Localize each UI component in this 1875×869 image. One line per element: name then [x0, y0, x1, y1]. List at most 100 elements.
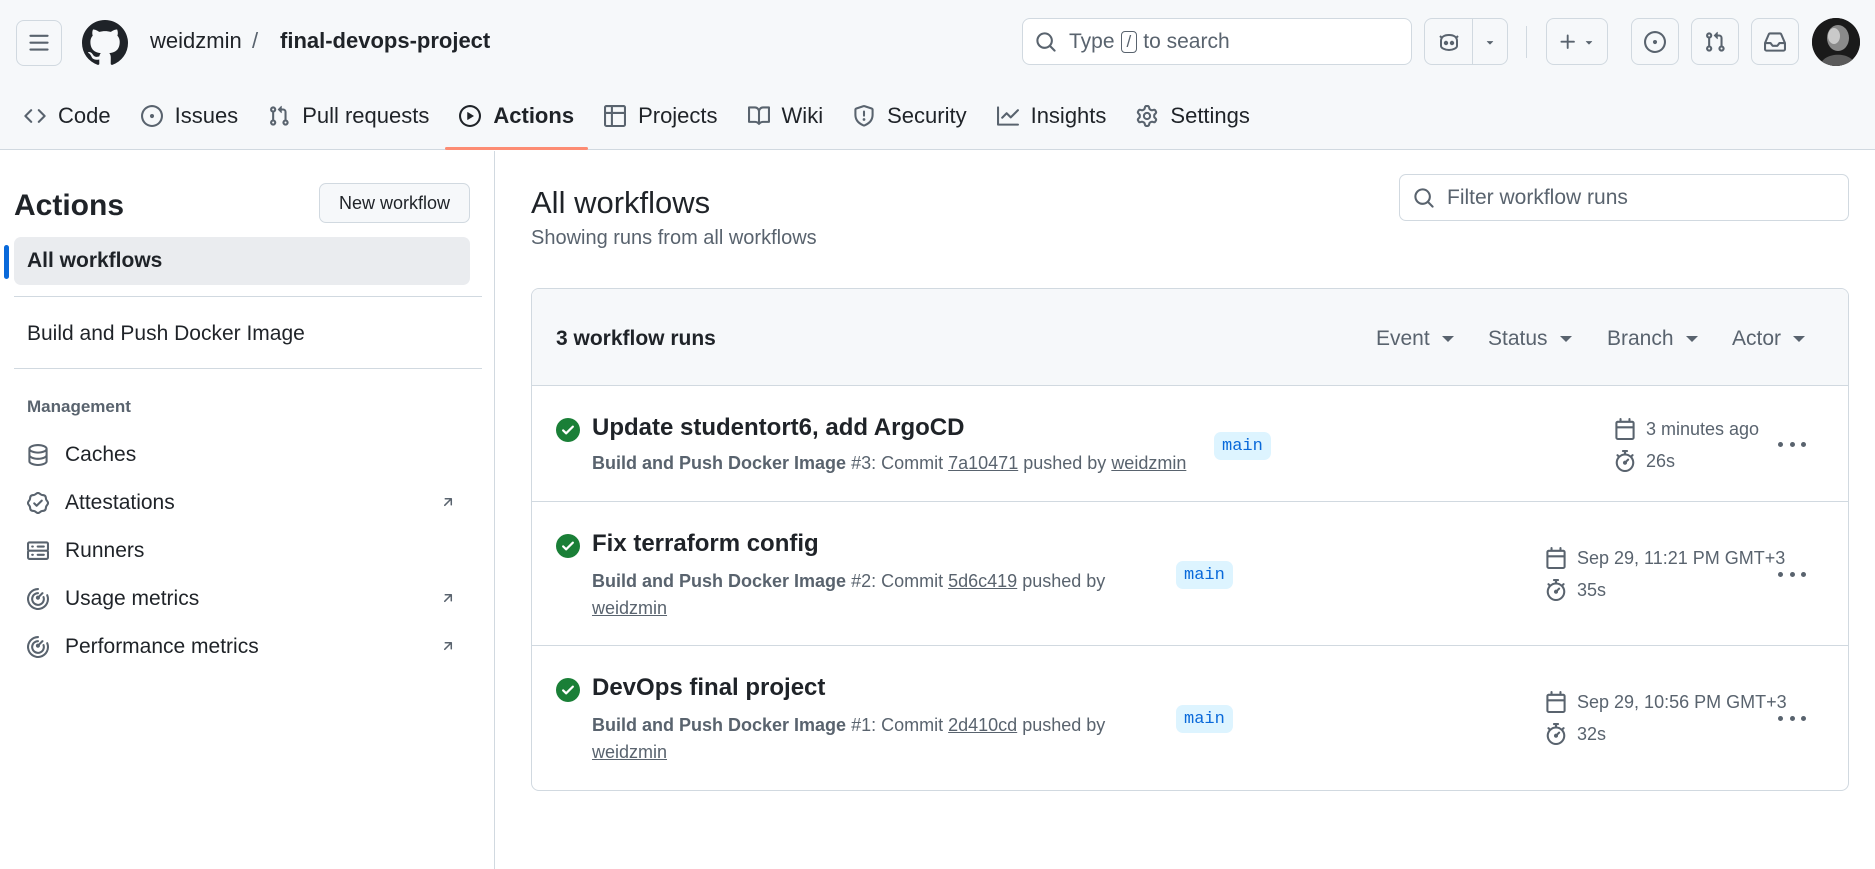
tab-actions[interactable]: Actions: [445, 90, 588, 150]
run-meta: Build and Push Docker Image #1: Commit 2…: [592, 712, 1112, 766]
table-row[interactable]: DevOps final project Build and Push Dock…: [532, 646, 1848, 790]
search-input[interactable]: Type / to search: [1022, 18, 1412, 65]
tab-projects[interactable]: Projects: [590, 90, 731, 142]
run-number: #3: [851, 453, 872, 473]
arrow-up-right-icon: [443, 594, 453, 603]
user-avatar[interactable]: [1812, 18, 1860, 66]
table-row[interactable]: Fix terraform config Build and Push Dock…: [532, 502, 1848, 646]
copilot-button[interactable]: [1425, 19, 1473, 64]
run-commit-label: : Commit: [871, 571, 944, 591]
sidebar-item-performance-metrics[interactable]: Performance metrics: [14, 625, 470, 669]
graph-icon: [996, 106, 1019, 126]
issue-icon: [140, 105, 163, 127]
caret-down-icon: [1559, 336, 1572, 342]
search-icon: [1036, 31, 1056, 52]
caret-down-icon: [1441, 336, 1454, 342]
shield-icon: [854, 105, 874, 127]
sidebar-title: Actions: [14, 189, 125, 222]
sidebar-item-usage-metrics[interactable]: Usage metrics: [14, 577, 470, 621]
tab-code[interactable]: Code: [10, 90, 125, 142]
run-meta: Build and Push Docker Image #3: Commit 7…: [592, 450, 1186, 477]
pull-requests-header-button[interactable]: [1691, 18, 1739, 65]
tab-wiki[interactable]: Wiki: [734, 90, 838, 142]
filter-status-dropdown[interactable]: Status: [1488, 327, 1572, 351]
run-commit-link[interactable]: 7a10471: [948, 453, 1018, 473]
create-new-button[interactable]: [1546, 18, 1608, 65]
sidebar-item-workflow[interactable]: Build and Push Docker Image: [14, 310, 470, 358]
branch-badge[interactable]: main: [1176, 705, 1233, 733]
filter-event-dropdown[interactable]: Event: [1376, 327, 1454, 351]
sidebar-item-attestations[interactable]: Attestations: [14, 481, 470, 525]
gear-icon: [1137, 105, 1158, 127]
sidebar-item-runners[interactable]: Runners: [14, 529, 470, 573]
kebab-icon-dot: [1801, 715, 1806, 721]
tab-insights[interactable]: Insights: [983, 90, 1121, 142]
tab-settings[interactable]: Settings: [1122, 90, 1264, 142]
run-time: 3 minutes ago: [1614, 418, 1759, 440]
new-workflow-button[interactable]: New workflow: [319, 183, 470, 223]
filter-branch-dropdown[interactable]: Branch: [1607, 327, 1698, 351]
run-title[interactable]: DevOps final project: [592, 674, 825, 702]
run-pushed-by: pushed by: [1023, 453, 1107, 473]
run-more-button[interactable]: [1774, 703, 1810, 733]
tab-security[interactable]: Security: [839, 90, 980, 142]
run-user-link[interactable]: weidzmin: [592, 598, 667, 618]
branch-badge[interactable]: main: [1214, 432, 1271, 460]
copilot-button-group: [1424, 18, 1508, 65]
tab-label: Wiki: [781, 103, 824, 128]
search-placeholder-suffix: to search: [1143, 29, 1230, 53]
page-subtitle: Showing runs from all workflows: [531, 227, 817, 249]
run-commit-link[interactable]: 5d6c419: [948, 571, 1017, 591]
tab-pull-requests[interactable]: Pull requests: [254, 90, 443, 142]
issues-header-button[interactable]: [1631, 18, 1679, 65]
table-row[interactable]: Update studentort6, add ArgoCD Build and…: [532, 386, 1848, 502]
breadcrumb-repo[interactable]: final-devops-project: [280, 28, 490, 54]
run-duration: 35s: [1545, 579, 1606, 601]
sidebar-item-all-workflows[interactable]: All workflows: [14, 237, 470, 285]
run-time-text: Sep 29, 11:21 PM GMT+3: [1577, 547, 1786, 568]
run-more-button[interactable]: [1774, 559, 1810, 589]
sidebar-item-caches[interactable]: Caches: [14, 433, 470, 477]
arrow-up-right-icon: [443, 642, 453, 651]
caret-down-icon: [1685, 336, 1698, 342]
run-commit-label: : Commit: [871, 453, 944, 473]
run-meta: Build and Push Docker Image #2: Commit 5…: [592, 568, 1112, 622]
run-user-link[interactable]: weidzmin: [592, 742, 667, 762]
filter-runs-input[interactable]: Filter workflow runs: [1399, 174, 1849, 221]
branch-badge[interactable]: main: [1176, 561, 1233, 589]
run-commit-link[interactable]: 2d410cd: [948, 715, 1017, 735]
app-header: weidzmin / final-devops-project Type / t…: [0, 0, 1875, 150]
tab-label: Insights: [1030, 103, 1107, 128]
code-icon: [24, 109, 46, 123]
caret-down-icon: [1793, 336, 1806, 342]
menu-button[interactable]: [16, 20, 62, 66]
tab-label: Pull requests: [302, 103, 430, 128]
pull-request-icon: [270, 105, 289, 126]
git-pull-request-icon: [1706, 31, 1725, 52]
inbox-button[interactable]: [1751, 18, 1799, 65]
filter-label: Branch: [1607, 327, 1674, 350]
calendar-icon: [1615, 418, 1635, 440]
run-user-link[interactable]: weidzmin: [1111, 453, 1186, 473]
search-icon: [1414, 187, 1434, 208]
run-pushed-by: pushed by: [1022, 571, 1106, 591]
triangle-down-icon: [1486, 40, 1494, 45]
sidebar-divider: [14, 296, 482, 297]
run-title[interactable]: Update studentort6, add ArgoCD: [592, 414, 964, 442]
inbox-icon: [1764, 31, 1786, 52]
breadcrumb-owner[interactable]: weidzmin: [150, 28, 242, 54]
filter-placeholder: Filter workflow runs: [1447, 185, 1628, 209]
run-more-button[interactable]: [1774, 429, 1810, 459]
search-shortcut-key: /: [1120, 30, 1138, 53]
copilot-dropdown-button[interactable]: [1473, 19, 1507, 64]
github-logo-icon[interactable]: [82, 20, 128, 66]
tab-issues[interactable]: Issues: [127, 90, 253, 142]
table-icon: [604, 105, 627, 127]
run-title[interactable]: Fix terraform config: [592, 530, 819, 558]
calendar-icon: [1546, 691, 1566, 713]
sidebar-item-label: Runners: [65, 539, 145, 562]
sidebar-item-label: Performance metrics: [65, 635, 259, 658]
header-divider: [1526, 26, 1527, 58]
check-circle-fill-icon: [556, 534, 580, 558]
filter-actor-dropdown[interactable]: Actor: [1732, 327, 1806, 351]
